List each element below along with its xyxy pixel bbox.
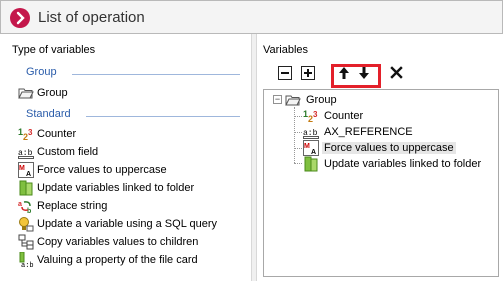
file-card-property-icon: a:b [18, 251, 34, 270]
chevron-right-icon [10, 8, 30, 28]
operation-item-replace-string[interactable]: ab Replace string [18, 197, 107, 215]
svg-text:3: 3 [28, 128, 33, 137]
section-divider [72, 74, 240, 75]
svg-text:A: A [26, 171, 31, 178]
section-heading-standard: Standard [26, 108, 71, 120]
section-divider [86, 116, 240, 117]
svg-text:M: M [19, 165, 25, 172]
svg-text:M: M [304, 143, 310, 150]
replace-icon: ab [18, 198, 34, 215]
delete-icon [389, 66, 403, 82]
linked-folder-icon [303, 156, 319, 172]
variables-tree[interactable]: − Group 123 Counter a:b AX_REFERENCE M A… [263, 89, 499, 277]
counter-icon: 123 [18, 126, 34, 142]
copy-children-icon [18, 234, 34, 250]
move-down-button[interactable] [356, 66, 372, 82]
tree-expander[interactable]: − [273, 95, 282, 104]
svg-text:a:b: a:b [21, 262, 34, 268]
expand-icon [301, 65, 315, 83]
pane-label: Variables [263, 44, 309, 56]
tree-node-update-linked-folder[interactable]: Update variables linked to folder [303, 156, 483, 172]
variables-pane: Variables − Group 1 2 3 Counter a:b AX_R… [257, 34, 503, 281]
svg-text:a: a [18, 201, 22, 208]
operation-item-group[interactable]: Group [18, 84, 68, 101]
operation-item-copy-to-children[interactable]: Copy variables values to children [18, 233, 198, 250]
pane-label: Type of variables [12, 44, 96, 56]
folder-icon [18, 85, 34, 101]
tree-node-counter[interactable]: 123 Counter [303, 108, 365, 124]
uppercase-icon: MA [18, 161, 34, 178]
sql-query-icon [18, 216, 34, 232]
counter-icon: 123 [303, 108, 319, 124]
move-up-button[interactable] [336, 66, 352, 82]
tree-connector [294, 148, 302, 149]
type-of-variables-pane: Type of variables Group Group Standard 1… [0, 34, 251, 281]
collapse-icon [278, 65, 292, 83]
uppercase-icon: MA [303, 140, 319, 156]
svg-text:3: 3 [313, 110, 318, 119]
text-field-icon: a:b [303, 124, 319, 140]
tree-connector [294, 163, 302, 164]
tree-node-root[interactable]: Group [285, 92, 339, 108]
arrow-up-icon [337, 66, 351, 83]
tree-node-force-uppercase[interactable]: MA Force values to uppercase [303, 140, 456, 156]
folder-open-icon [285, 92, 301, 108]
svg-text:A: A [311, 149, 316, 156]
operation-item-counter[interactable]: 123 Counter [18, 125, 76, 142]
operation-item-sql-query[interactable]: Update a variable using a SQL query [18, 215, 217, 232]
linked-folder-icon [18, 180, 34, 196]
section-heading-group: Group [26, 66, 57, 78]
collapse-button[interactable] [277, 65, 293, 83]
tree-node-ax-reference[interactable]: a:b AX_REFERENCE [303, 124, 415, 140]
svg-text:b: b [27, 208, 31, 214]
tree-connector [294, 116, 302, 117]
text-field-icon: a:b [18, 144, 34, 160]
tree-connector [294, 132, 302, 133]
delete-button[interactable] [388, 66, 404, 82]
operation-item-custom-field[interactable]: a:b Custom field [18, 143, 98, 160]
expand-button[interactable] [300, 65, 316, 83]
operation-item-update-linked-folder[interactable]: Update variables linked to folder [18, 179, 194, 196]
operation-item-force-uppercase[interactable]: MA Force values to uppercase [18, 161, 167, 178]
window-title: List of operation [38, 9, 145, 26]
arrow-down-icon [357, 66, 371, 83]
operation-item-file-card-property[interactable]: a:b Valuing a property of the file card [18, 251, 198, 270]
window-titlebar: List of operation [0, 0, 503, 34]
